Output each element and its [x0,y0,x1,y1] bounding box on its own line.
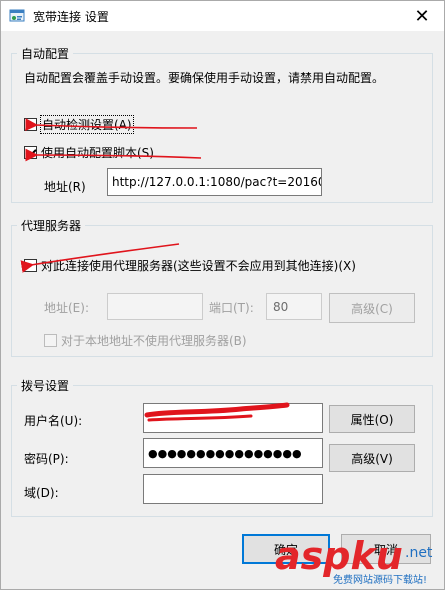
use-script-checkbox[interactable] [24,146,37,159]
proxy-port-input[interactable]: 80 [266,293,322,320]
close-icon: ✕ [414,5,430,27]
script-address-input[interactable]: http://127.0.0.1:1080/pac?t=2016050 [107,168,322,196]
password-label: 密码(P): [24,452,69,466]
proxy-legend: 代理服务器 [17,217,86,234]
svg-text:aspku: aspku [275,534,403,578]
network-settings-icon [9,9,25,22]
domain-label: 域(D): [24,486,59,500]
use-proxy-checkbox[interactable] [24,259,37,272]
username-input[interactable] [143,403,323,433]
proxy-port-label: 端口(T): [209,301,254,315]
username-label: 用户名(U): [24,414,83,428]
auto-detect-checkbox[interactable] [24,118,37,131]
dialup-legend: 拨号设置 [17,377,74,394]
script-address-label: 地址(R) [44,180,86,194]
password-input[interactable]: ●●●●●●●●●●●●●●●● [143,438,323,468]
properties-button[interactable]: 属性(O) [329,405,415,433]
proxy-address-input[interactable] [107,293,203,320]
title-bar: 宽带连接 设置 ✕ [1,1,444,31]
aspku-watermark: aspku .net 免费网站源码下载站! [273,531,445,587]
svg-text:免费网站源码下载站!: 免费网站源码下载站! [333,573,427,586]
proxy-advanced-button[interactable]: 高级(C) [329,293,415,323]
bypass-local-label[interactable]: 对于本地地址不使用代理服务器(B) [61,332,247,349]
aspku-logo: aspku .net 免费网站源码下载站! [275,534,433,586]
auto-config-legend: 自动配置 [17,45,74,62]
close-button[interactable]: ✕ [400,1,444,31]
dialup-advanced-button[interactable]: 高级(V) [329,444,415,472]
window-title: 宽带连接 设置 [33,10,109,24]
use-proxy-label[interactable]: 对此连接使用代理服务器(这些设置不会应用到其他连接)(X) [41,257,356,274]
proxy-settings-dialog: 宽带连接 设置 ✕ 自动配置 自动配置会覆盖手动设置。要确保使用手动设置，请禁用… [0,0,445,590]
bypass-local-checkbox[interactable] [44,334,57,347]
use-script-label[interactable]: 使用自动配置脚本(S) [41,144,154,161]
auto-config-description: 自动配置会覆盖手动设置。要确保使用手动设置，请禁用自动配置。 [24,71,385,85]
svg-text:.net: .net [405,545,433,561]
auto-detect-label[interactable]: 自动检测设置(A) [40,115,134,134]
proxy-address-label: 地址(E): [44,301,89,315]
domain-input[interactable] [143,474,323,504]
